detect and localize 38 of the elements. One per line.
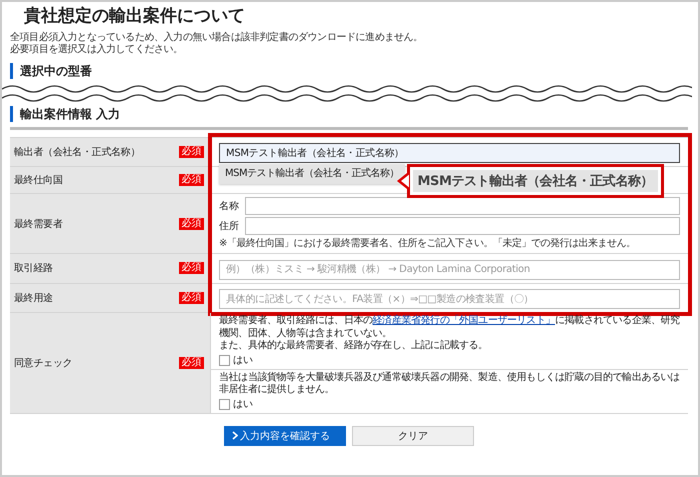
required-badge: 必須 bbox=[178, 174, 204, 186]
chevron-icon bbox=[232, 431, 238, 440]
text-field[interactable] bbox=[245, 197, 680, 215]
required-badge: 必須 bbox=[178, 146, 204, 158]
page-title: 貴社想定の輸出案件について bbox=[24, 5, 246, 28]
section-heading: 輸出案件情報 入力 bbox=[10, 106, 688, 122]
text-field[interactable] bbox=[245, 217, 680, 235]
hint-text: ※「最終仕向国」における最終需要者名、住所をご記入下さい。「未定」での発行は出来ません。 bbox=[219, 237, 636, 250]
field-label: 最終仕向国 bbox=[14, 174, 63, 187]
required-badge: 必須 bbox=[178, 356, 204, 369]
consent-text: 当社は当該貨物等を大量破壊兵器及び通常破壊兵器の開発、製造、使用もしくは貯蔵の目的で輸出あるいは非居住者に提供しません。 bbox=[219, 372, 680, 396]
checkbox-label: はい bbox=[233, 398, 253, 410]
required-badge: 必須 bbox=[178, 292, 204, 304]
dropdown-option[interactable]: MSMテスト輸出者（会社名・正式名称） bbox=[219, 164, 406, 184]
field-label: 同意チェック bbox=[14, 356, 72, 370]
section-heading: 選択中の型番 bbox=[10, 63, 688, 79]
instruction-text: 必要項目を選択又は入力してください。 bbox=[10, 44, 184, 56]
link[interactable]: 経済産業省発行の「外国ユーザーリスト」 bbox=[372, 315, 556, 326]
required-badge: 必須 bbox=[178, 218, 204, 230]
instruction-text: 全項目必須入力となっているため、入力の無い場合は該非判定書のダウンロードに進めません。 bbox=[10, 32, 424, 44]
text-field[interactable]: 例）（株）ミスミ → 駿河精機（株） → Dayton Lamina Corporation bbox=[219, 260, 680, 280]
field-label: 最終用途 bbox=[14, 292, 53, 305]
required-badge: 必須 bbox=[178, 262, 204, 274]
field-label: 取引経路 bbox=[14, 262, 53, 276]
checkbox[interactable] bbox=[219, 398, 230, 410]
consent-text: また、具体的な最終需要者、経路が存在し、上記に記載する。 bbox=[219, 340, 489, 352]
field-label: 最終需要者 bbox=[14, 218, 63, 230]
consent-text: 最終需要者、取引経路には、日本の経済産業省発行の「外国ユーザーリスト」に掲載されている企業、研究機関、団体、人物等は含まれていない。 bbox=[219, 315, 680, 340]
text-field[interactable]: 具体的に記述してください。FA装置（×）⇒□□製造の検査装置（〇） bbox=[219, 289, 680, 309]
checkbox-label: はい bbox=[233, 354, 253, 366]
clear-button[interactable]: クリア bbox=[352, 426, 474, 446]
field-label: 名称 bbox=[219, 200, 239, 213]
checkbox[interactable] bbox=[219, 354, 230, 366]
pointer-icon bbox=[397, 171, 409, 191]
text-field[interactable]: MSMテスト輸出者（会社名・正式名称） bbox=[219, 143, 680, 163]
confirm-button[interactable]: 入力内容を確認する bbox=[224, 426, 346, 446]
field-label: 輸出者（会社名・正式名称） bbox=[14, 146, 140, 159]
field-label: 住所 bbox=[219, 220, 239, 233]
